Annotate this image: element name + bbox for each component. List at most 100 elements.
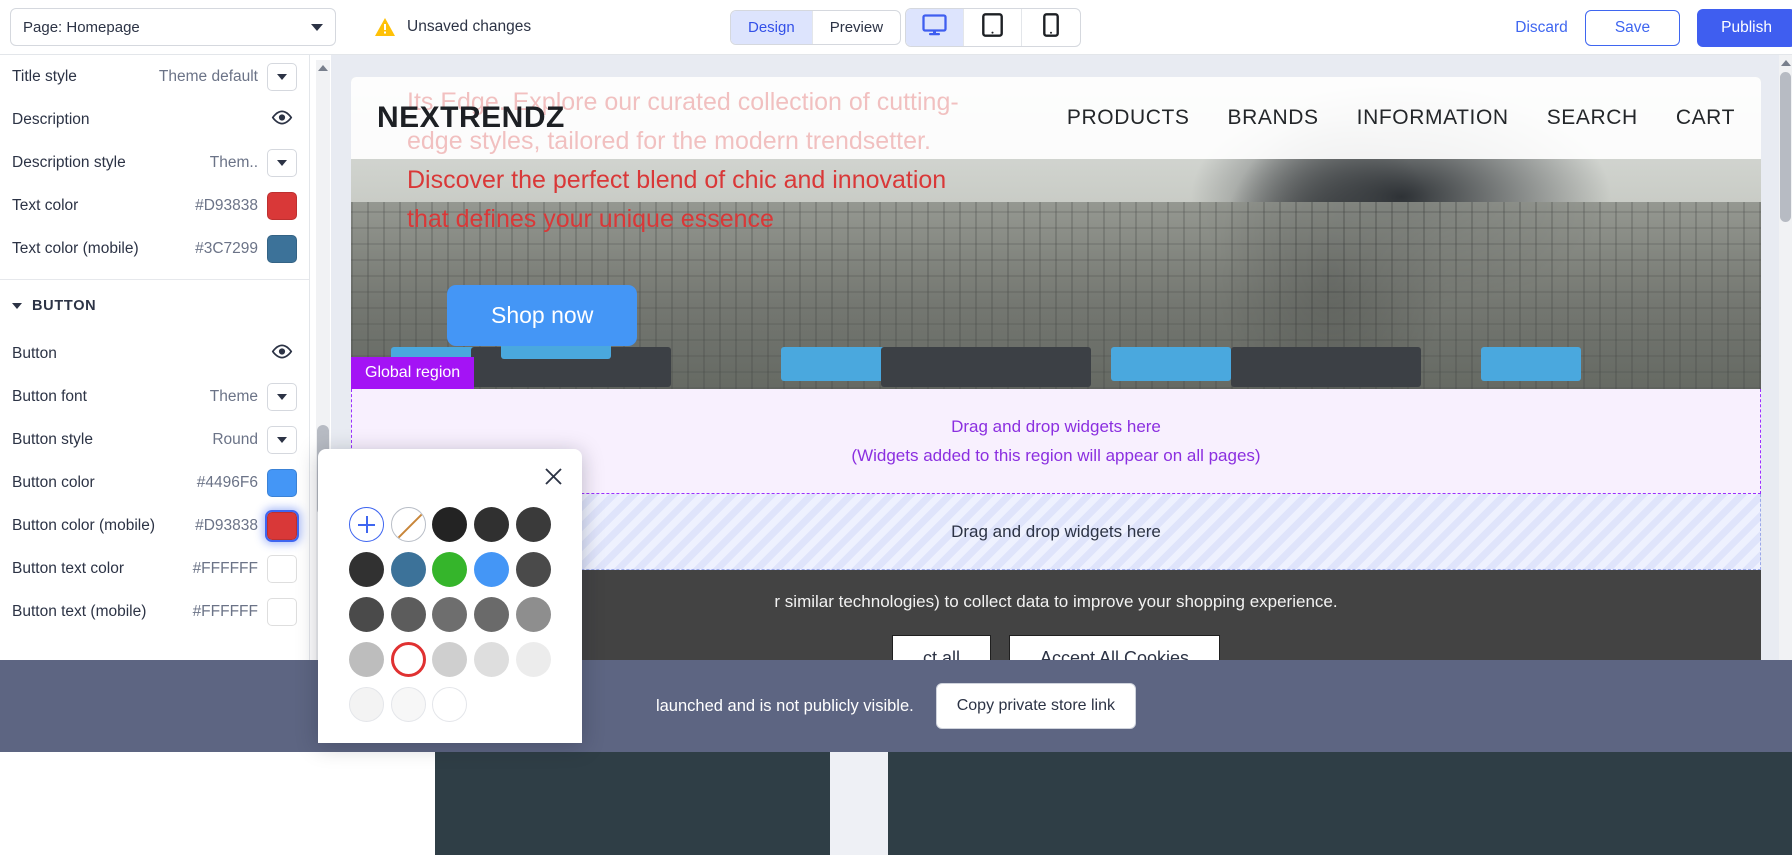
tab-preview[interactable]: Preview [813, 11, 900, 44]
button-color-mobile-swatch[interactable] [267, 512, 297, 540]
chevron-down-icon [277, 160, 287, 166]
device-switcher [905, 8, 1081, 47]
setting-label: Button style [12, 431, 93, 449]
swatch-charcoal[interactable] [349, 552, 384, 587]
setting-value: #D93838 [195, 517, 267, 535]
swatch-red-selected[interactable] [391, 642, 426, 677]
chevron-down-icon [311, 24, 323, 31]
button-style-select[interactable] [267, 426, 297, 454]
canvas-scrollbar-thumb[interactable] [1780, 72, 1791, 222]
swatch-gray-8[interactable] [474, 642, 509, 677]
setting-label: Button text (mobile) [12, 603, 146, 621]
page-region-hint: Drag and drop widgets here [951, 522, 1161, 542]
setting-row-title-style: Title style Theme default [0, 55, 309, 98]
close-icon[interactable] [540, 463, 566, 489]
swatch-white[interactable] [432, 687, 467, 722]
description-style-select[interactable] [267, 149, 297, 177]
settings-sidebar: Title style Theme default Description De… [0, 55, 310, 660]
mode-switcher: Design Preview [730, 10, 901, 45]
text-color-mobile-swatch[interactable] [267, 235, 297, 263]
sidebar-scroll-up-button[interactable] [316, 60, 330, 76]
hero-line-1: Discover the perfect blend of chic and i… [407, 161, 1217, 200]
top-toolbar: Page: Homepage Unsaved changes Design Pr… [0, 0, 1792, 55]
chevron-down-icon [12, 303, 22, 309]
toolbar-actions: Discard Save Publish [1515, 0, 1792, 55]
global-region-hint-1: Drag and drop widgets here [951, 417, 1161, 437]
hero-line-2: that defines your unique essence [407, 200, 1217, 239]
swatch-gray-3[interactable] [432, 597, 467, 632]
setting-value: Theme default [159, 68, 267, 86]
add-custom-color-button[interactable] [349, 507, 384, 542]
title-style-select[interactable] [267, 63, 297, 91]
discard-button[interactable]: Discard [1515, 19, 1568, 37]
setting-label: Title style [12, 68, 77, 86]
text-color-swatch[interactable] [267, 192, 297, 220]
swatch-black[interactable] [432, 507, 467, 542]
nav-item-cart[interactable]: CART [1676, 106, 1735, 130]
swatch-gray-6[interactable] [349, 642, 384, 677]
setting-value: #D93838 [195, 197, 267, 215]
device-desktop-button[interactable] [906, 9, 964, 46]
setting-value: Theme [210, 388, 267, 406]
store-status-bar: launched and is not publicly visible. Co… [0, 660, 1792, 752]
setting-value: #4496F6 [197, 474, 267, 492]
setting-row-button-text-color: Button text color #FFFFFF [0, 547, 309, 590]
chevron-down-icon [277, 74, 287, 80]
device-mobile-button[interactable] [1022, 9, 1080, 46]
setting-row-description: Description [0, 98, 309, 141]
setting-label: Button [12, 345, 57, 363]
swatch-near-white-2[interactable] [391, 687, 426, 722]
button-text-mobile-swatch[interactable] [267, 598, 297, 626]
mobile-icon [1043, 13, 1059, 42]
site-navigation: PRODUCTS BRANDS INFORMATION SEARCH CART [1067, 106, 1735, 130]
button-color-swatch[interactable] [267, 469, 297, 497]
setting-label: Button color (mobile) [12, 517, 155, 535]
shop-now-button[interactable]: Shop now [447, 285, 637, 346]
copy-private-store-link-button[interactable]: Copy private store link [936, 683, 1136, 729]
tab-design[interactable]: Design [731, 11, 813, 44]
setting-label: Description style [12, 154, 126, 172]
button-text-color-swatch[interactable] [267, 555, 297, 583]
swatch-steel-blue[interactable] [391, 552, 426, 587]
description-visibility-toggle[interactable] [267, 110, 297, 130]
swatch-near-white-1[interactable] [349, 687, 384, 722]
setting-row-button-text-mobile: Button text (mobile) #FFFFFF [0, 590, 309, 633]
swatch-gray-5[interactable] [516, 597, 551, 632]
swatch-dark-2[interactable] [516, 507, 551, 542]
save-button[interactable]: Save [1585, 10, 1680, 46]
setting-value: #3C7299 [195, 240, 267, 258]
device-tablet-button[interactable] [964, 9, 1022, 46]
swatch-gray-7[interactable] [432, 642, 467, 677]
site-header: NEXTRENDZ PRODUCTS BRANDS INFORMATION SE… [351, 77, 1761, 159]
publish-button[interactable]: Publish [1697, 9, 1792, 47]
nav-item-products[interactable]: PRODUCTS [1067, 106, 1190, 130]
setting-label: Button font [12, 388, 87, 406]
swatch-gray-1[interactable] [349, 597, 384, 632]
swatch-green[interactable] [432, 552, 467, 587]
page-selector[interactable]: Page: Homepage [10, 8, 336, 46]
button-visibility-toggle[interactable] [267, 344, 297, 364]
global-region-badge: Global region [351, 357, 474, 389]
section-header-button[interactable]: BUTTON [0, 280, 309, 332]
setting-row-button: Button [0, 332, 309, 375]
swatch-gray-9[interactable] [516, 642, 551, 677]
setting-label: Description [12, 111, 90, 129]
swatch-gray-4[interactable] [474, 597, 509, 632]
swatch-dark-1[interactable] [474, 507, 509, 542]
setting-value: Them.. [210, 154, 267, 172]
no-color-swatch[interactable] [391, 507, 426, 542]
unsaved-changes-indicator: Unsaved changes [374, 17, 531, 37]
swatch-dark-3[interactable] [516, 552, 551, 587]
nav-item-search[interactable]: SEARCH [1547, 106, 1638, 130]
nav-item-brands[interactable]: BRANDS [1228, 106, 1319, 130]
setting-label: Text color [12, 197, 78, 215]
button-font-select[interactable] [267, 383, 297, 411]
setting-row-description-style: Description style Them.. [0, 141, 309, 184]
chevron-down-icon [277, 437, 287, 443]
section-title: BUTTON [32, 298, 96, 314]
swatch-blue[interactable] [474, 552, 509, 587]
canvas-scroll-up-button[interactable] [1779, 55, 1792, 70]
chevron-down-icon [277, 394, 287, 400]
swatch-gray-2[interactable] [391, 597, 426, 632]
nav-item-information[interactable]: INFORMATION [1357, 106, 1509, 130]
